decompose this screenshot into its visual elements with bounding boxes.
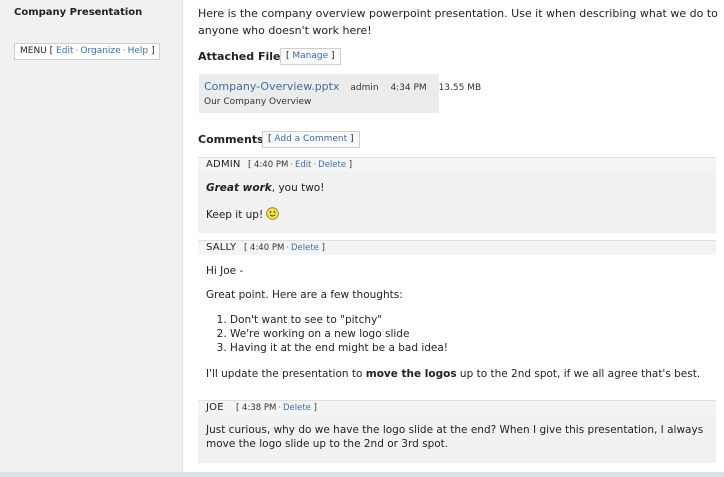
menu-label: MENU — [20, 46, 47, 56]
file-name-link[interactable]: Company-Overview.pptx — [204, 80, 339, 93]
list-item: Having it at the end might be a bad idea… — [230, 341, 708, 355]
comment-sally: SALLY [ 4:40 PM · Delete ] Hi Joe - Great … — [198, 240, 716, 381]
comment-admin: ADMIN [ 4:40 PM · Edit · Delete ] Great work… — [198, 157, 716, 233]
comment-text: Just curious, why do we have the logo sl… — [206, 424, 704, 450]
comment-delete-link[interactable]: Delete — [283, 403, 311, 413]
comment-joe: JOE [ 4:38 PM · Delete ] Just curious, why… — [198, 400, 716, 463]
bracket-open: [ — [49, 46, 54, 56]
comment-time: 4:40 PM — [250, 243, 285, 253]
comment-time: 4:38 PM — [242, 403, 277, 413]
file-description: Our Company Overview — [204, 97, 312, 107]
comment-emphasis: Great work — [206, 182, 272, 194]
comment-author: ADMIN — [206, 159, 241, 170]
comment-meta: [ 4:38 PM · Delete ] — [236, 403, 317, 413]
comment-meta: [ 4:40 PM · Edit · Delete ] — [248, 160, 353, 170]
comment-header: ADMIN [ 4:40 PM · Edit · Delete ] — [198, 157, 716, 172]
comment-list: Don't want to see to "pitchy" We're work… — [206, 313, 708, 355]
comment-text: Great point. Here are a few thoughts: — [206, 289, 403, 301]
comment-body: Hi Joe - Great point. Here are a few tho… — [198, 255, 716, 381]
list-item: Don't want to see to "pitchy" — [230, 313, 708, 327]
comment-meta: [ 4:40 PM · Delete ] — [244, 243, 325, 253]
separator-dot: · — [75, 46, 79, 56]
comment-edit-link[interactable]: Edit — [295, 160, 311, 170]
comment-body: Just curious, why do we have the logo sl… — [198, 415, 716, 463]
comment-body: Great work, you two! Keep it up! — [198, 172, 716, 233]
add-comment-button[interactable]: [ Add a Comment ] — [262, 131, 360, 148]
page-bottom-bar — [0, 472, 724, 477]
smiley-face-icon — [266, 207, 279, 220]
comment-time: 4:40 PM — [254, 160, 289, 170]
add-comment-link[interactable]: Add a Comment — [274, 134, 347, 144]
attached-files-heading: Attached Files — [198, 50, 288, 63]
comment-header: SALLY [ 4:40 PM · Delete ] — [198, 240, 716, 255]
list-item: We're working on a new logo slide — [230, 327, 708, 341]
comment-author: JOE — [206, 402, 224, 413]
manage-files-button[interactable]: [ Manage ] — [280, 48, 341, 65]
page-title: Company Presentation — [14, 7, 143, 18]
comment-delete-link[interactable]: Delete — [291, 243, 319, 253]
comment-text: Hi Joe - — [206, 265, 244, 277]
comment-text: , you two! — [271, 182, 325, 194]
attached-file-item: Company-Overview.pptx admin 4:34 PM 13.5… — [199, 74, 481, 113]
bracket-close: ] — [150, 46, 155, 56]
comment-text: up to the 2nd spot, if we all agree that… — [456, 368, 701, 380]
comment-emphasis: move the logos — [365, 368, 457, 380]
comments-heading: Comments — [198, 133, 264, 146]
comment-header: JOE [ 4:38 PM · Delete ] — [198, 400, 716, 415]
manage-files-link[interactable]: Manage — [292, 51, 328, 61]
page-description: Here is the company overview powerpoint … — [198, 7, 718, 37]
file-size: 13.55 MB — [438, 83, 482, 93]
menu-edit-link[interactable]: Edit — [56, 46, 73, 56]
file-owner: admin — [350, 83, 379, 93]
separator-dot: · — [122, 46, 126, 56]
menu-help-link[interactable]: Help — [128, 46, 149, 56]
sidebar: Company Presentation MENU [ Edit · Organiz… — [0, 0, 183, 477]
page-menu: MENU [ Edit · Organize · Help ] — [14, 43, 161, 60]
menu-organize-link[interactable]: Organize — [80, 46, 120, 56]
file-time: 4:34 PM — [390, 83, 427, 93]
comment-text: Keep it up! — [206, 209, 264, 221]
comment-text: I'll update the presentation to — [206, 368, 366, 380]
comment-author: SALLY — [206, 242, 237, 253]
comment-delete-link[interactable]: Delete — [318, 160, 346, 170]
